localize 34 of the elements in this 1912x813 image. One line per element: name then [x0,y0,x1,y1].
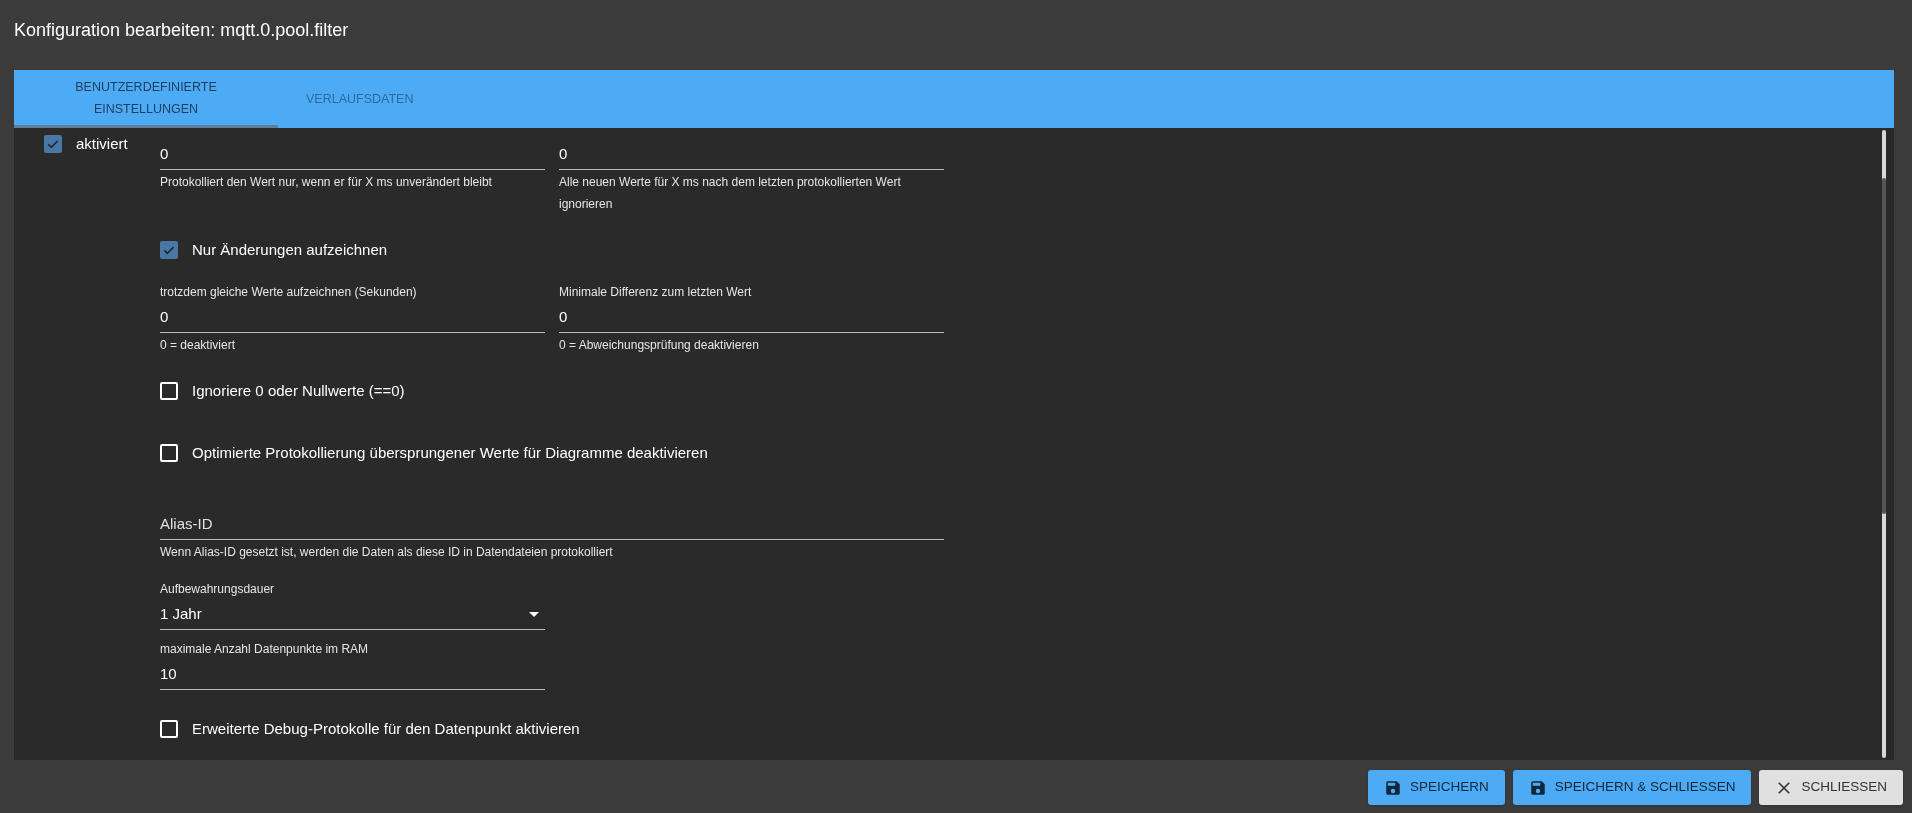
tab[interactable]: BENUTZERDEFINIERTE EINSTELLUNGEN [14,70,278,128]
helper-text: 0 = deaktiviert [160,337,237,354]
field-label: Aufbewahrungsdauer [160,580,276,598]
save-button[interactable]: SPEICHERN [1367,770,1505,805]
checkbox[interactable] [160,720,178,738]
checkbox-label: Ignoriere 0 oder Nullwerte (==0) [192,380,405,401]
checkbox-label: Optimierte Protokollierung übersprungener Werte für Diagramme deaktivieren [192,442,708,463]
field-label: trotzdem gleiche Werte aufzeichnen (Sekunden) [160,284,418,301]
helper-text: 0 = Abweichungsprüfung deaktivieren [559,337,760,354]
helper-text: Wenn Alias-ID gesetzt ist, werden die Daten als diese ID in Datendateien protokolliert [160,544,614,561]
input-field[interactable]: 0 [160,140,545,170]
save-button[interactable]: SPEICHERN & SCHLIESSEN [1512,770,1752,805]
input-field[interactable]: 10 [160,659,545,690]
checkbox[interactable] [160,381,178,400]
helper-text: Alle neuen Werte für X ms nach dem letzten protokollierten Wert ignorieren [559,174,902,213]
dropdown[interactable]: 1 Jahr [160,599,545,630]
dialog-title: Konfiguration bearbeiten: mqtt.0.pool.filter [14,18,349,42]
input-field[interactable]: 0 [160,303,545,333]
scrollbar-thumb[interactable] [1882,178,1886,514]
field-label: Minimale Differenz zum letzten Wert [559,284,753,301]
input-field[interactable]: Alias-ID [160,510,944,540]
checkbox-label: Nur Änderungen aufzeichnen [192,239,388,260]
helper-text: Protokolliert den Wert nur, wenn er für X ms unverändert bleibt [160,174,493,191]
checkbox[interactable] [160,444,178,462]
checkbox[interactable] [44,135,62,154]
caret-icon [529,611,539,617]
input-field[interactable]: 0 [559,303,944,333]
input-field[interactable]: 0 [559,140,944,170]
field-label: maximale Anzahl Datenpunkte im RAM [160,640,370,658]
checkbox-label: Erweiterte Debug-Protokolle für den Datenpunkt aktivieren [192,718,580,739]
close-button[interactable]: SCHLIESSEN [1759,770,1903,805]
checkbox[interactable] [160,240,178,259]
scrollbar[interactable] [1882,130,1886,758]
checkbox-label: aktiviert [76,134,128,154]
